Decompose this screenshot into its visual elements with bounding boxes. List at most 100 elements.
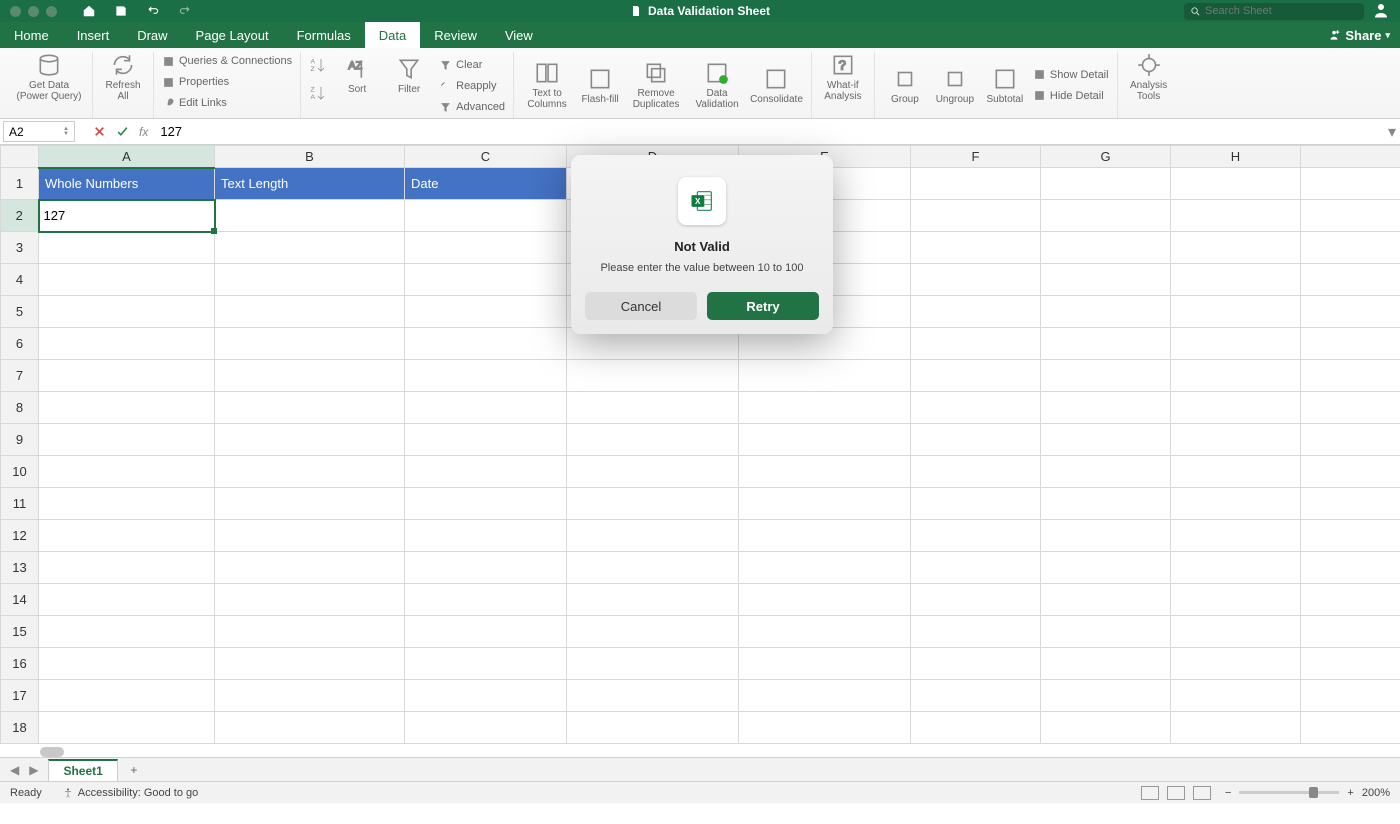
cell-H9[interactable] [1171,424,1301,456]
save-icon[interactable] [114,4,128,18]
cell-A16[interactable] [39,648,215,680]
data-validation-button[interactable]: Data Validation [690,60,744,110]
cell-H18[interactable] [1171,712,1301,744]
zoom-in-button[interactable]: + [1347,787,1353,799]
dialog-cancel-button[interactable]: Cancel [585,292,697,320]
cell-H15[interactable] [1171,616,1301,648]
cell-D11[interactable] [567,488,739,520]
row-header-7[interactable]: 7 [1,360,39,392]
cell-B6[interactable] [215,328,405,360]
queries-connections-button[interactable]: Queries & Connections [162,52,292,70]
cell-H2[interactable] [1171,200,1301,232]
cell-A15[interactable] [39,616,215,648]
cell-G14[interactable] [1041,584,1171,616]
cell-F18[interactable] [911,712,1041,744]
row-header-16[interactable]: 16 [1,648,39,680]
row-header-5[interactable]: 5 [1,296,39,328]
row-header-4[interactable]: 4 [1,264,39,296]
cell-E17[interactable] [739,680,911,712]
user-account-icon[interactable] [1372,1,1390,22]
select-all-corner[interactable] [1,146,39,168]
zoom-percent[interactable]: 200% [1362,787,1390,799]
cell-E10[interactable] [739,456,911,488]
sheet-tab-active[interactable]: Sheet1 [48,759,117,781]
show-detail-button[interactable]: Show Detail [1033,66,1109,84]
dialog-retry-button[interactable]: Retry [707,292,819,320]
cell-D18[interactable] [567,712,739,744]
cell-2[interactable] [1301,200,1400,232]
cell-B9[interactable] [215,424,405,456]
cell-A4[interactable] [39,264,215,296]
name-box[interactable]: A2 ▲▼ [3,121,75,142]
accessibility-status[interactable]: Accessibility: Good to go [62,787,198,799]
cell-G4[interactable] [1041,264,1171,296]
flash-fill-button[interactable]: Flash-fill [578,66,622,105]
cell-C4[interactable] [405,264,567,296]
page-break-view-icon[interactable] [1193,786,1211,800]
cell-A14[interactable] [39,584,215,616]
view-mode-buttons[interactable] [1141,786,1211,800]
formula-input[interactable] [160,124,1400,139]
cell-G6[interactable] [1041,328,1171,360]
cell-H7[interactable] [1171,360,1301,392]
sort-button[interactable]: AZ Sort [335,56,379,95]
cell-F8[interactable] [911,392,1041,424]
row-header-12[interactable]: 12 [1,520,39,552]
cell-A1[interactable]: Whole Numbers [39,168,215,200]
redo-icon[interactable] [178,4,192,18]
cell-C6[interactable] [405,328,567,360]
add-sheet-button[interactable]: + [124,760,144,780]
normal-view-icon[interactable] [1141,786,1159,800]
advanced-filter-button[interactable]: Advanced [439,98,505,116]
sort-desc-icon[interactable]: ZA [309,84,327,102]
cell-B7[interactable] [215,360,405,392]
tab-formulas[interactable]: Formulas [283,22,365,48]
tab-view[interactable]: View [491,22,547,48]
edit-links-button[interactable]: Edit Links [162,94,292,112]
cell-15[interactable] [1301,616,1400,648]
tab-nav-prev[interactable]: ◀ [10,763,19,777]
name-box-spinner[interactable]: ▲▼ [63,127,69,137]
row-header-6[interactable]: 6 [1,328,39,360]
col-header-A[interactable]: A [39,146,215,168]
cell-B14[interactable] [215,584,405,616]
cell-A9[interactable] [39,424,215,456]
cell-D13[interactable] [567,552,739,584]
ungroup-button[interactable]: Ungroup [933,66,977,105]
cell-D8[interactable] [567,392,739,424]
cell-18[interactable] [1301,712,1400,744]
cell-C5[interactable] [405,296,567,328]
get-data-button[interactable]: Get Data (Power Query) [14,52,84,102]
cell-D14[interactable] [567,584,739,616]
cell-D7[interactable] [567,360,739,392]
cell-D16[interactable] [567,648,739,680]
cell-9[interactable] [1301,424,1400,456]
cell-A17[interactable] [39,680,215,712]
cell-F5[interactable] [911,296,1041,328]
cell-B5[interactable] [215,296,405,328]
cell-5[interactable] [1301,296,1400,328]
search-box[interactable] [1184,3,1364,20]
cell-F4[interactable] [911,264,1041,296]
fx-label[interactable]: fx [139,125,148,139]
cell-C12[interactable] [405,520,567,552]
cell-A7[interactable] [39,360,215,392]
row-header-8[interactable]: 8 [1,392,39,424]
cancel-edit-icon[interactable] [93,125,106,138]
cell-10[interactable] [1301,456,1400,488]
cell-A10[interactable] [39,456,215,488]
cell-E15[interactable] [739,616,911,648]
cell-H14[interactable] [1171,584,1301,616]
cell-H16[interactable] [1171,648,1301,680]
cell-F12[interactable] [911,520,1041,552]
tab-home[interactable]: Home [0,22,63,48]
cell-G5[interactable] [1041,296,1171,328]
consolidate-button[interactable]: Consolidate [750,66,803,105]
cell-B2[interactable] [215,200,405,232]
cell-B13[interactable] [215,552,405,584]
row-header-17[interactable]: 17 [1,680,39,712]
cell-E9[interactable] [739,424,911,456]
tab-insert[interactable]: Insert [63,22,124,48]
cell-C3[interactable] [405,232,567,264]
zoom-out-button[interactable]: − [1225,787,1231,799]
